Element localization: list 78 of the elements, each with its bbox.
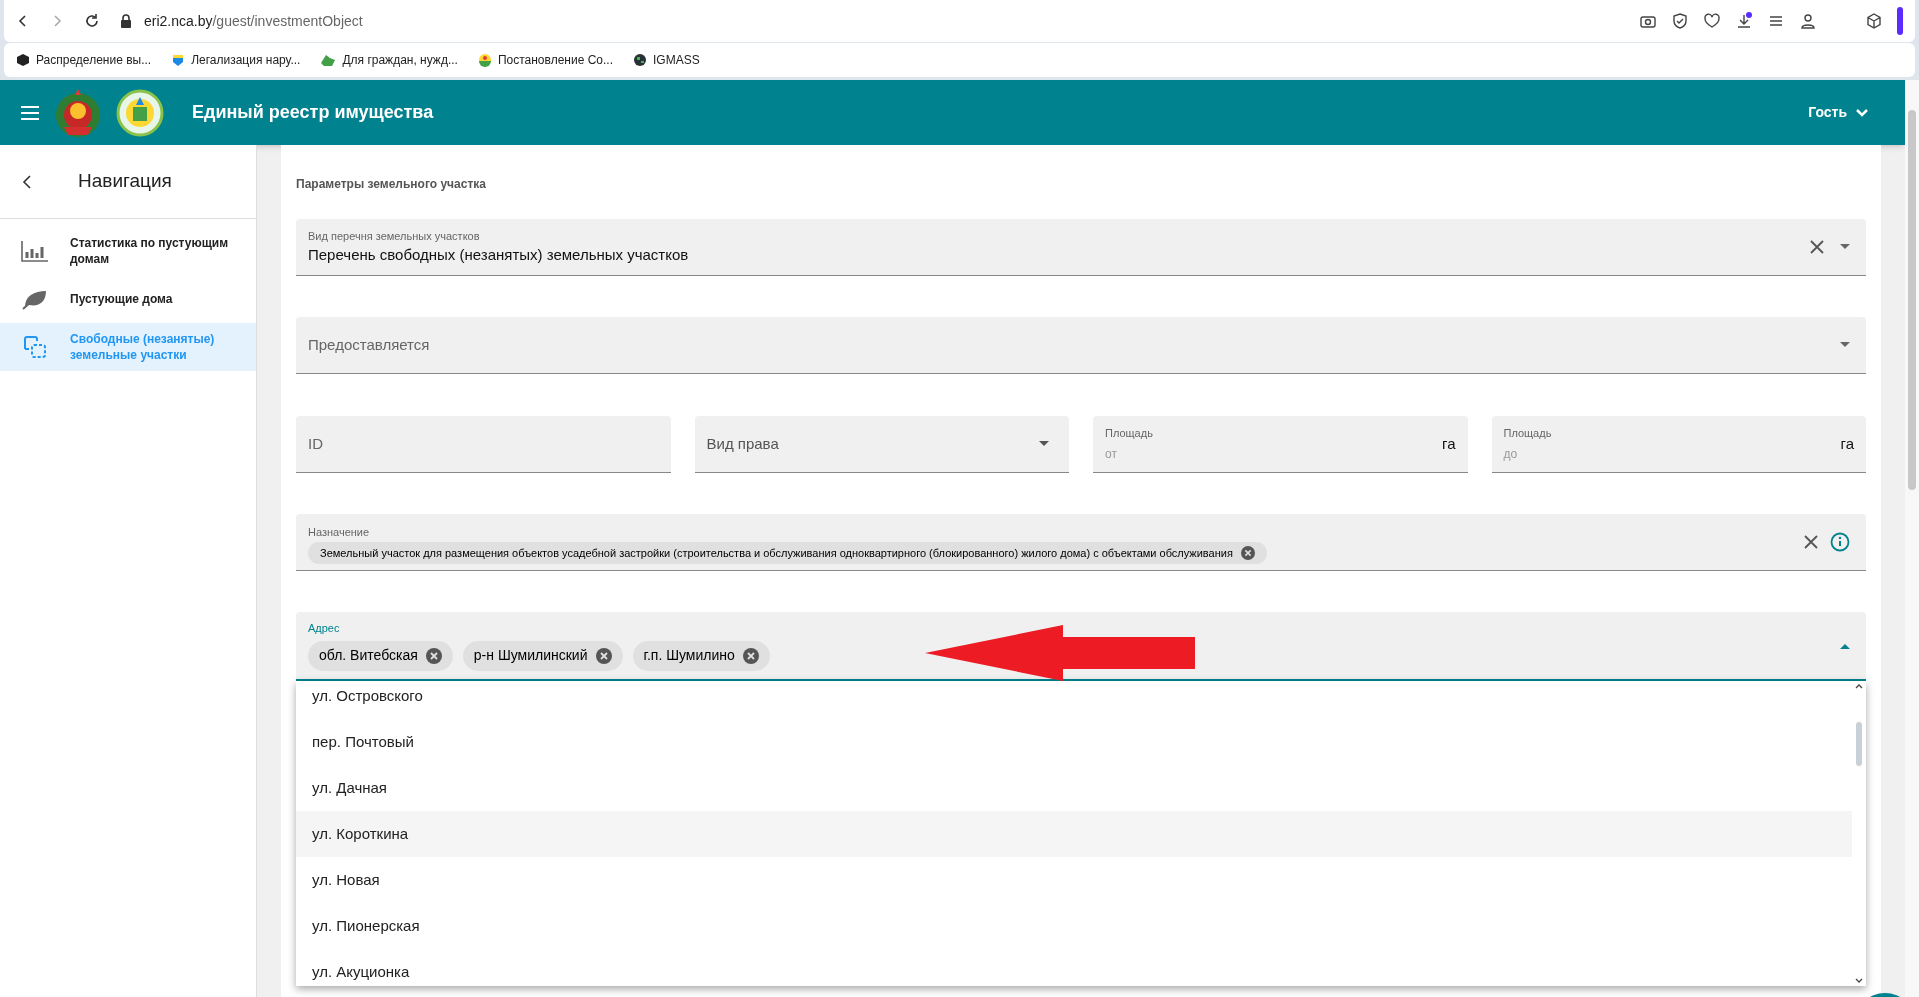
page-scrollbar[interactable]	[1905, 80, 1919, 997]
chip[interactable]: р-н Шумилинский	[462, 640, 623, 671]
field-label: Площадь	[1105, 425, 1154, 441]
scroll-down-icon[interactable]	[1855, 978, 1863, 984]
seal-drawing	[116, 88, 164, 137]
bookmark-link[interactable]: Распределение вы...	[16, 51, 152, 69]
menu-icon[interactable]	[20, 104, 40, 121]
dropdown-option[interactable]: ул. Короткина	[296, 811, 1852, 857]
dropdown-arrow-icon[interactable]	[1840, 244, 1850, 250]
select-field[interactable]: Вид права	[694, 416, 1069, 473]
bar-chart-icon	[21, 240, 49, 262]
chip[interactable]: обл. Витебская	[308, 640, 453, 671]
bookmark-icon	[477, 53, 492, 67]
bookmark-icon	[320, 53, 337, 67]
sidebar-title: Навигация	[78, 169, 172, 194]
dropdown-option[interactable]: ул. Новая	[296, 857, 1852, 903]
scroll-up-icon[interactable]	[1855, 683, 1863, 689]
input-field[interactable]: ID	[296, 416, 671, 473]
user-menu[interactable]: Гость	[1808, 102, 1869, 123]
sidebar-indicator	[1897, 7, 1903, 35]
select-field[interactable]: Предоставляется	[296, 317, 1866, 374]
overlapping-squares-icon	[23, 335, 47, 359]
input-field[interactable]: Площадь от га	[1093, 416, 1468, 473]
unit-label: га	[1840, 433, 1854, 454]
select-field[interactable]: Адрес обл. Витебская р-н Шумилинский г.п. Шумилино	[296, 612, 1866, 681]
field-label: Площадь	[1503, 425, 1553, 441]
bookmark-icon	[16, 53, 30, 67]
scrollbar-thumb[interactable]	[1856, 721, 1862, 766]
select-field[interactable]: Назначение Земельный участок для размещения объектов усадебной застройки (строительства и обслуживания одноквартирного (блокированного) жилого дома) с объектами обслуживания	[296, 514, 1866, 571]
dropdown-option[interactable]: ул. Островского	[296, 681, 1852, 719]
bookmark-link[interactable]: Для граждан, нужд...	[320, 51, 458, 69]
leaf-icon	[22, 288, 48, 310]
url-text: eri2.nca.by/guest/investmentObject	[144, 11, 363, 31]
remove-icon[interactable]	[425, 647, 442, 664]
remove-icon[interactable]	[742, 647, 759, 664]
dropdown-option[interactable]: ул. Пионерская	[296, 903, 1852, 949]
section-title: Параметры земельного участка	[296, 176, 487, 193]
sidebar-item[interactable]: Пустующие дома	[0, 275, 256, 323]
info-icon[interactable]	[1830, 532, 1850, 552]
field-placeholder: до	[1503, 446, 1519, 464]
bookmark-icon	[171, 53, 186, 67]
dropdown-arrow-icon[interactable]	[1039, 441, 1049, 447]
field-label: Вид перечня земельных участков	[308, 228, 481, 244]
scrollbar-thumb[interactable]	[1908, 110, 1916, 490]
field-value: Перечень свободных (незанятых) земельных участков	[308, 245, 690, 265]
dropdown-arrow-icon[interactable]	[1840, 642, 1850, 649]
bookmark-link[interactable]: IGMASS	[633, 51, 700, 69]
bookmark-link[interactable]: Легализация нару...	[171, 51, 301, 69]
chevron-down-icon	[1855, 107, 1869, 118]
dropdown-option[interactable]: пер. Почтовый	[296, 719, 1852, 765]
field-label: Адрес	[308, 621, 341, 637]
clear-icon[interactable]	[1804, 535, 1818, 549]
remove-icon[interactable]	[595, 647, 612, 664]
select-field[interactable]: Вид перечня земельных участков Перечень свободных (незанятых) земельных участков	[296, 219, 1866, 276]
input-field[interactable]: Площадь до га	[1491, 416, 1866, 473]
shield-icon[interactable]	[1671, 12, 1689, 30]
cube-icon[interactable]	[1865, 12, 1883, 30]
field-placeholder: Предоставляется	[308, 334, 431, 355]
clear-icon[interactable]	[1810, 240, 1824, 254]
download-icon[interactable]	[1735, 12, 1753, 30]
app-title: Единый реестр имущества	[192, 101, 434, 124]
sidebar-item[interactable]: Статистика по пустующим домам	[0, 227, 256, 275]
field-label: Назначение	[308, 524, 371, 540]
chip[interactable]: г.п. Шумилино	[632, 640, 770, 671]
chip[interactable]: Земельный участок для размещения объектов усадебной застройки (строительства и обслуживания одноквартирного (блокированного) жилого дома) с объектами обслуживания	[308, 542, 1267, 565]
dropdown-arrow-icon[interactable]	[1840, 342, 1850, 348]
field-placeholder: от	[1105, 446, 1118, 464]
profile-icon[interactable]	[1799, 12, 1817, 30]
bookmark-link[interactable]: Постановление Со...	[477, 51, 613, 69]
back-icon[interactable]	[22, 174, 32, 189]
reload-icon[interactable]	[84, 13, 100, 29]
bookmark-icon	[633, 53, 647, 67]
remove-icon[interactable]	[1240, 546, 1255, 561]
lock-icon	[120, 14, 132, 28]
dropdown-option[interactable]: ул. Дачная	[296, 765, 1852, 811]
dropdown-option[interactable]: ул. Акуционка	[296, 949, 1852, 986]
unit-label: га	[1442, 433, 1456, 454]
heart-icon[interactable]	[1703, 12, 1721, 30]
